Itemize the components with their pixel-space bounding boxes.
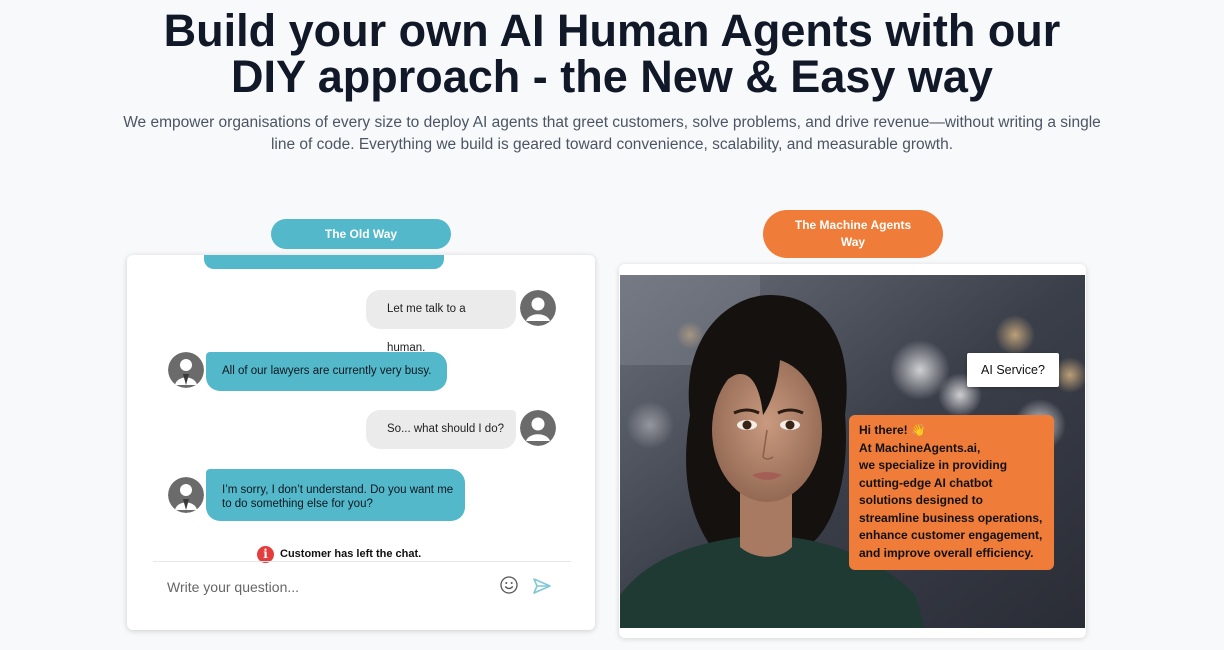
user-message-text: Let me talk to a human.	[387, 303, 466, 354]
smiley-icon[interactable]	[499, 575, 519, 595]
hero-title-line-1: Build your own AI Human Agents with our	[163, 5, 1061, 56]
ai-agent-video[interactable]: AI Service? Hi there! 👋 At MachineAgents…	[620, 275, 1085, 628]
user-message-text: So... what should I do?	[387, 423, 504, 435]
old-way-label: The Old Way	[271, 219, 451, 249]
agent-message-bubble: All of our lawyers are currently very bu…	[206, 352, 447, 391]
user-avatar-icon	[520, 290, 556, 326]
user-message-bubble: Let me talk to a human.	[366, 290, 516, 354]
hero-subtitle: We empower organisations of every size t…	[123, 114, 1101, 153]
agent-reply-bubble: Hi there! 👋 At MachineAgents.ai, we spec…	[849, 415, 1054, 570]
hero-title-line-2: DIY approach - the New & Easy way	[231, 51, 993, 102]
previous-message-bubble	[204, 255, 444, 269]
agent-avatar-icon	[168, 477, 204, 513]
machine-agents-way-label-line-2: Way	[840, 235, 866, 249]
input-divider	[153, 561, 571, 562]
hero-title: Build your own AI Human Agents with our …	[0, 8, 1224, 100]
user-message-bubble: So... what should I do?	[366, 410, 516, 449]
alert-icon: i	[257, 545, 274, 563]
user-query-bubble: AI Service?	[967, 353, 1059, 387]
machine-agents-way-label-line-1: The Machine Agents	[794, 218, 912, 232]
machine-agents-way-label: The Machine Agents Way	[763, 210, 943, 258]
agent-avatar-icon	[168, 352, 204, 388]
agent-message-text: I’m sorry, I don’t understand. Do you wa…	[222, 484, 454, 510]
question-input[interactable]	[167, 575, 487, 599]
send-icon[interactable]	[532, 576, 552, 596]
agent-message-bubble: I’m sorry, I don’t understand. Do you wa…	[206, 469, 465, 521]
left-chat-notice-text: Customer has left the chat.	[280, 548, 422, 560]
old-way-chat-card: Let me talk to a human. All of our lawye…	[127, 255, 595, 630]
machine-agents-card: AI Service? Hi there! 👋 At MachineAgents…	[619, 264, 1086, 638]
user-avatar-icon	[520, 410, 556, 446]
agent-message-text: All of our lawyers are currently very bu…	[222, 365, 432, 377]
